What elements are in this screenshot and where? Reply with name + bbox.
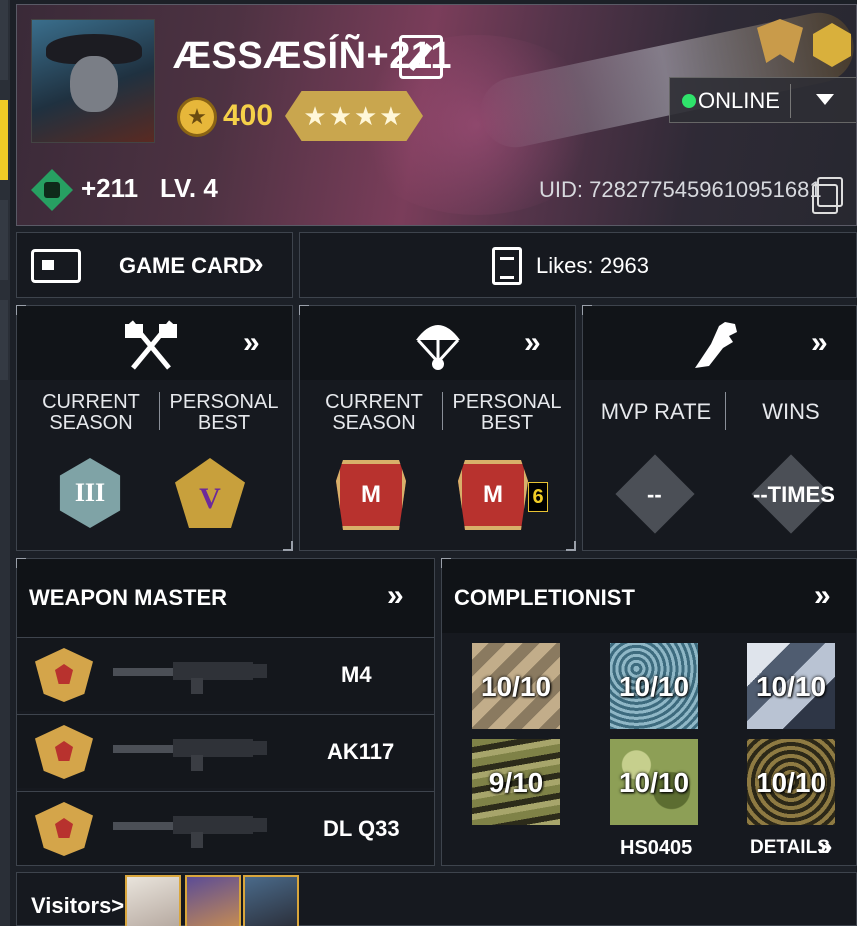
weapon-row[interactable]: M4 xyxy=(17,637,434,711)
mvp-rate-value: -- xyxy=(647,482,662,507)
divider xyxy=(725,392,726,430)
visitors-bar[interactable]: Visitors> xyxy=(16,872,857,926)
likes-count: 2963 xyxy=(600,253,649,278)
sniper-rifle-icon xyxy=(113,812,269,848)
camo-progress: 10/10 xyxy=(618,767,690,798)
zombie-hand-icon xyxy=(695,322,737,368)
avatar-face xyxy=(70,56,118,112)
weapon-master-header: WEAPON MASTER » xyxy=(17,559,434,637)
mp-rank-panel[interactable]: » CURRENT SEASON PERSONAL BEST xyxy=(16,305,293,551)
personal-best-label: PERSONAL BEST xyxy=(169,391,279,434)
camo-tile[interactable]: 10/10 xyxy=(472,643,560,729)
camo-progress: 10/10 xyxy=(480,671,552,702)
completionist-panel[interactable]: COMPLETIONIST » 10/10 10/10 10/10 9/10 1… xyxy=(441,558,857,866)
player-avatar[interactable] xyxy=(31,19,155,143)
online-dot-icon xyxy=(682,94,696,108)
camo-progress: 10/10 xyxy=(755,767,827,798)
mp-rank-header: » xyxy=(17,306,292,380)
weapon-row[interactable]: DL Q33 xyxy=(17,791,434,865)
clan-icon xyxy=(31,169,73,211)
completionist-header: COMPLETIONIST » xyxy=(442,559,856,633)
coin-value: 400 xyxy=(223,99,274,132)
divider xyxy=(442,392,443,430)
likes-panel[interactable]: Likes: 2963 xyxy=(299,232,857,298)
current-season-label: CURRENT SEASON xyxy=(42,391,140,434)
status-dropdown[interactable]: ONLINE xyxy=(669,77,856,123)
rifle-icon xyxy=(113,658,269,694)
chevron-right-icon: » xyxy=(247,247,263,280)
camo-tile[interactable]: 9/10 xyxy=(472,739,560,825)
completionist-title: COMPLETIONIST xyxy=(454,585,635,610)
weapon-name: M4 xyxy=(341,662,372,687)
best-count-badge: 6 xyxy=(528,482,548,512)
weapon-name: AK117 xyxy=(327,739,395,764)
side-nav-strip xyxy=(0,0,10,926)
weapon-medal-icon xyxy=(35,802,93,856)
copy-icon[interactable] xyxy=(812,177,843,214)
rank-stars-badge: ★★★★ xyxy=(285,91,423,141)
weapon-medal-icon xyxy=(35,648,93,702)
status-label: ONLINE xyxy=(698,88,780,113)
br-rank-header: » xyxy=(300,306,575,380)
visitor-avatar[interactable] xyxy=(243,875,299,926)
chevron-right-icon[interactable]: » xyxy=(387,579,403,613)
rifle-icon xyxy=(113,735,269,771)
likes-label: Likes: xyxy=(536,253,594,278)
weapon-master-panel[interactable]: WEAPON MASTER » M4 AK117 DL Q33 xyxy=(16,558,435,866)
coin-icon: ★ xyxy=(177,97,217,137)
game-card-label: GAME CARD xyxy=(119,253,255,278)
camo-progress: 10/10 xyxy=(618,671,690,702)
player-level: LV. 4 xyxy=(160,173,218,203)
player-uid: UID: 7282775459610951681 xyxy=(539,177,822,202)
visitors-label[interactable]: Visitors> xyxy=(31,893,124,919)
visitor-avatar[interactable] xyxy=(125,875,181,926)
likes-list-icon xyxy=(492,247,522,285)
game-card-button[interactable]: GAME CARD » xyxy=(16,232,293,298)
current-season-label: CURRENT SEASON xyxy=(325,391,423,434)
side-nav-item-active[interactable] xyxy=(0,100,8,180)
chevron-right-icon[interactable]: » xyxy=(818,831,833,862)
wins-label: WINS xyxy=(762,399,820,424)
divider xyxy=(159,392,160,430)
profile-header: ÆSSÆSÍÑ+211 ★ 400 ★★★★ +211 LV. 4 UID: 7… xyxy=(16,4,857,226)
rank-emblem-v-icon xyxy=(175,458,245,528)
weapon-master-title: WEAPON MASTER xyxy=(29,585,227,610)
game-card-icon xyxy=(31,249,81,283)
crossed-flags-icon xyxy=(125,320,177,370)
rank-emblem-iii-icon xyxy=(59,458,121,528)
weapon-row[interactable]: AK117 xyxy=(17,714,434,788)
side-nav-item[interactable] xyxy=(0,200,8,280)
br-best-emblem-icon xyxy=(458,460,528,530)
camo-tile[interactable]: 10/10 xyxy=(610,739,698,825)
camo-progress: 10/10 xyxy=(755,671,827,702)
status-divider xyxy=(790,84,791,118)
camo-tile[interactable]: 10/10 xyxy=(747,739,835,825)
camo-progress: 9/10 xyxy=(488,767,544,798)
mvp-rate-label: MVP RATE xyxy=(600,399,712,424)
visitor-avatar[interactable] xyxy=(185,875,241,926)
chevron-right-icon[interactable]: » xyxy=(524,326,540,360)
parachute-icon xyxy=(416,325,460,370)
zombie-stats-panel[interactable]: » MVP RATE WINS -- --TIMES xyxy=(582,305,857,551)
chevron-right-icon[interactable]: » xyxy=(814,579,830,613)
side-nav-item[interactable] xyxy=(0,0,8,80)
camo-owner-tag: HS0405 xyxy=(620,837,693,859)
chevron-right-icon[interactable]: » xyxy=(811,326,827,360)
personal-best-label: PERSONAL BEST xyxy=(452,391,562,434)
weapon-medal-icon xyxy=(35,725,93,779)
br-rank-emblem-icon xyxy=(336,460,406,530)
weapon-name: DL Q33 xyxy=(323,816,400,841)
chevron-down-icon[interactable] xyxy=(816,94,834,105)
zombie-stats-header: » xyxy=(583,306,856,380)
camo-tile[interactable]: 10/10 xyxy=(747,643,835,729)
clan-tag: +211 xyxy=(81,173,139,203)
edit-icon[interactable] xyxy=(399,35,443,79)
side-nav-item[interactable] xyxy=(0,300,8,380)
wins-value: --TIMES xyxy=(753,482,835,507)
br-rank-panel[interactable]: » CURRENT SEASON PERSONAL BEST 6 xyxy=(299,305,576,551)
camo-tile[interactable]: 10/10 xyxy=(610,643,698,729)
chevron-right-icon[interactable]: » xyxy=(243,326,259,360)
